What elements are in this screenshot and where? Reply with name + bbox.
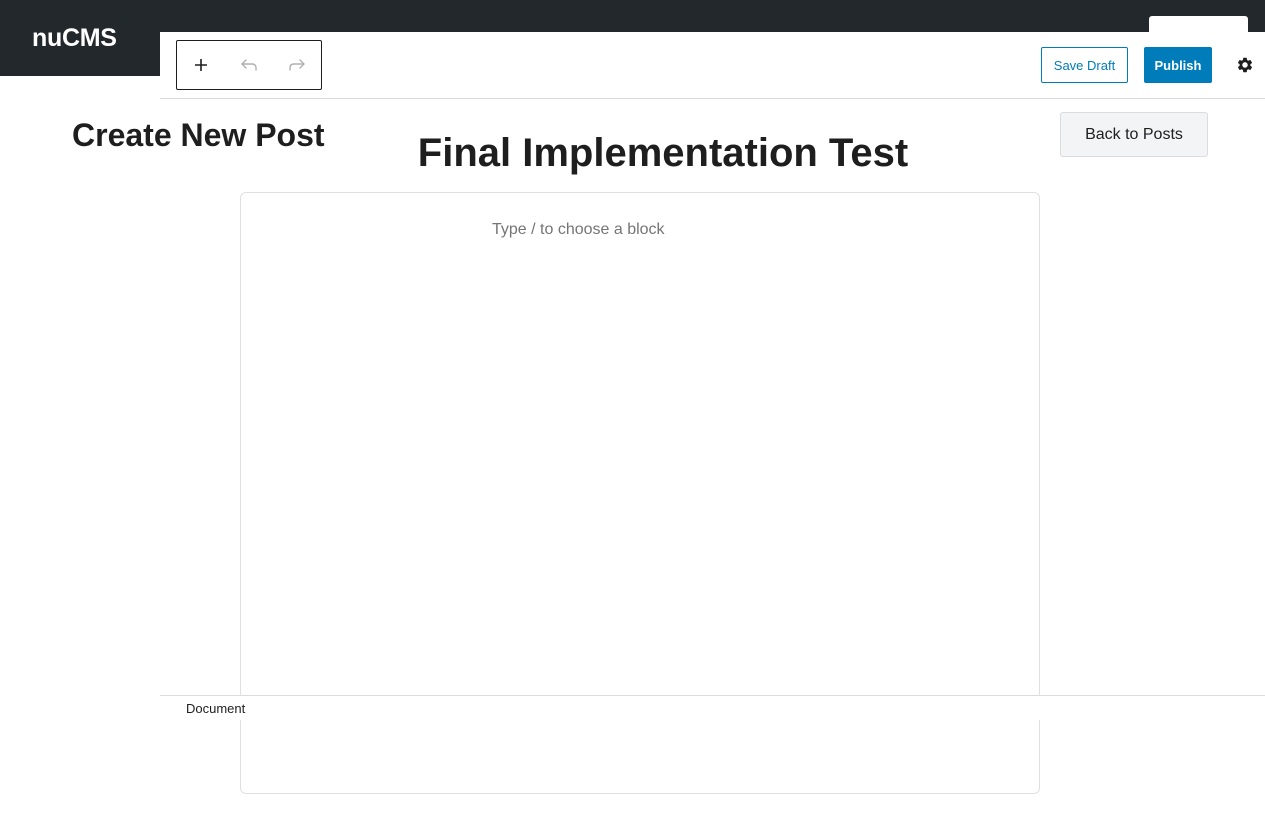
- toolbar-history-group: [176, 40, 322, 90]
- document-breadcrumb[interactable]: Document: [186, 701, 245, 717]
- save-draft-button[interactable]: Save Draft: [1041, 47, 1128, 83]
- publish-button[interactable]: Publish: [1144, 47, 1212, 83]
- undo-icon: [241, 59, 257, 71]
- site-logo[interactable]: nuCMS: [32, 22, 117, 54]
- plus-icon: [195, 59, 207, 71]
- undo-button[interactable]: [225, 41, 273, 89]
- gear-icon: [1237, 57, 1253, 73]
- editor-toolbar: Save Draft Publish: [160, 32, 1265, 99]
- document-breadcrumb-bar: Document: [160, 695, 1265, 720]
- redo-icon: [289, 59, 305, 71]
- block-placeholder[interactable]: Type / to choose a block: [492, 219, 665, 241]
- redo-button[interactable]: [273, 41, 321, 89]
- settings-button[interactable]: [1232, 52, 1258, 78]
- add-block-button[interactable]: [177, 41, 225, 89]
- post-title[interactable]: Final Implementation Test: [240, 128, 1086, 178]
